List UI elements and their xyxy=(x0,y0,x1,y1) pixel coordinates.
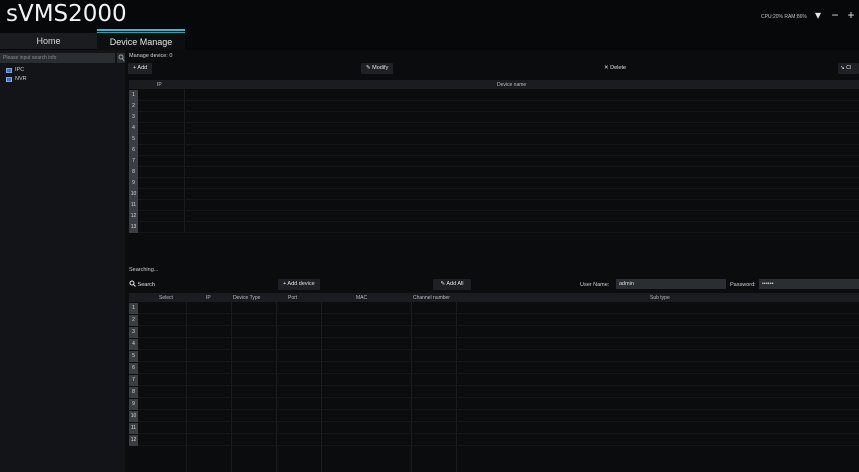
title-bar: sVMS2000 CPU:20% RAM:86% ▾ − + xyxy=(0,0,859,34)
search-button-label: Search xyxy=(137,282,155,288)
row-number: 8 xyxy=(129,387,138,398)
row-number: 7 xyxy=(129,375,138,386)
column-header-channel-number: Channel number xyxy=(413,295,450,301)
main-panel: Manage device: 0 + Add ✎ Modify ✕ Delete… xyxy=(125,50,859,472)
system-stats: CPU:20% RAM:86% xyxy=(761,14,807,20)
table-row[interactable] xyxy=(138,363,859,374)
row-number: 8 xyxy=(129,167,138,178)
tree-item-nvr[interactable]: NVR xyxy=(6,75,27,83)
add-all-button[interactable]: ✎ Add All xyxy=(433,279,471,290)
table-row[interactable] xyxy=(138,423,859,434)
table-row[interactable] xyxy=(138,101,859,112)
active-tab-indicator xyxy=(97,29,185,31)
table-row[interactable] xyxy=(138,411,859,422)
row-number: 3 xyxy=(129,112,138,123)
row-number: 9 xyxy=(129,178,138,189)
username-input[interactable]: admin xyxy=(616,279,726,289)
column-header-device-type: Device Type xyxy=(233,295,261,301)
column-header-port: Port xyxy=(288,295,298,301)
table-row[interactable] xyxy=(138,222,859,233)
tree-item-label: NVR xyxy=(15,76,27,82)
table-row[interactable] xyxy=(138,211,859,222)
column-header-mac: MAC xyxy=(356,295,368,301)
table-row[interactable] xyxy=(138,112,859,123)
modify-button[interactable]: ✎ Modify xyxy=(361,63,394,74)
row-number: 2 xyxy=(129,315,138,326)
search-button[interactable]: Search xyxy=(129,280,155,288)
table-row[interactable] xyxy=(138,387,859,398)
add-device-button[interactable]: + Add device xyxy=(278,279,320,290)
row-number: 12 xyxy=(129,211,138,222)
table-row[interactable] xyxy=(138,189,859,200)
row-number: 1 xyxy=(129,303,138,314)
table-row[interactable] xyxy=(138,145,859,156)
tree-item-label: IPC xyxy=(15,67,25,73)
table-row[interactable] xyxy=(138,178,859,189)
table-row[interactable] xyxy=(138,200,859,211)
table-row[interactable] xyxy=(138,167,859,178)
row-number: 13 xyxy=(129,222,138,233)
table-row[interactable] xyxy=(138,399,859,410)
table-header: IP Device name xyxy=(129,80,859,89)
row-number: 10 xyxy=(129,189,138,200)
table-row[interactable] xyxy=(138,156,859,167)
table-row[interactable] xyxy=(138,327,859,338)
manage-device-count: Manage device: 0 xyxy=(129,53,173,59)
column-header-ip: IP xyxy=(206,295,211,301)
row-number: 12 xyxy=(129,435,138,446)
sidebar: Please input search info IPC NVR xyxy=(0,50,125,472)
column-header-ip: IP xyxy=(157,82,162,88)
row-number: 10 xyxy=(129,411,138,422)
table-row[interactable] xyxy=(138,351,859,362)
table-row[interactable] xyxy=(138,375,859,386)
username-label: User Name: xyxy=(580,282,610,288)
row-number: 9 xyxy=(129,399,138,410)
row-number: 4 xyxy=(129,339,138,350)
add-button[interactable]: + Add xyxy=(128,63,153,74)
tab-home[interactable]: Home xyxy=(0,33,97,49)
tab-device-manage[interactable]: Device Manage xyxy=(97,32,185,50)
search-status: Searching... xyxy=(129,267,159,273)
table-row[interactable] xyxy=(138,435,859,446)
table-row[interactable] xyxy=(138,339,859,350)
password-input[interactable]: •••••• xyxy=(759,279,859,289)
clear-button-partial[interactable]: ↘ Cl xyxy=(838,63,859,74)
row-number: 3 xyxy=(129,327,138,338)
row-number: 1 xyxy=(129,90,138,101)
sidebar-search-input[interactable]: Please input search info xyxy=(0,53,115,63)
row-number: 6 xyxy=(129,145,138,156)
table-row[interactable] xyxy=(138,90,859,101)
row-number: 5 xyxy=(129,351,138,362)
column-header-sub-type: Sub type xyxy=(650,295,670,301)
column-header-select: Select xyxy=(159,295,173,301)
table-row[interactable] xyxy=(138,134,859,145)
minimize-icon[interactable]: − xyxy=(829,8,841,22)
menu-dropdown-icon[interactable]: ▾ xyxy=(812,8,824,22)
app-title: sVMS2000 xyxy=(6,1,127,27)
row-number: 6 xyxy=(129,363,138,374)
device-group-icon xyxy=(6,76,12,82)
row-number: 7 xyxy=(129,156,138,167)
delete-button[interactable]: ✕ Delete xyxy=(599,63,631,74)
search-icon[interactable] xyxy=(117,53,125,63)
maximize-icon[interactable]: + xyxy=(845,8,857,22)
row-number: 2 xyxy=(129,101,138,112)
table-header: Select IP Device Type Port MAC Channel n… xyxy=(129,293,859,302)
row-number: 5 xyxy=(129,134,138,145)
search-icon xyxy=(129,280,136,287)
tree-item-ipc[interactable]: IPC xyxy=(6,66,24,74)
row-number: 11 xyxy=(129,423,138,434)
table-row[interactable] xyxy=(138,303,859,314)
table-row[interactable] xyxy=(138,123,859,134)
row-number: 4 xyxy=(129,123,138,134)
table-row[interactable] xyxy=(138,315,859,326)
device-group-icon xyxy=(6,67,12,73)
column-header-device-name: Device name xyxy=(497,82,527,88)
row-number: 11 xyxy=(129,200,138,211)
password-label: Password: xyxy=(730,282,756,288)
